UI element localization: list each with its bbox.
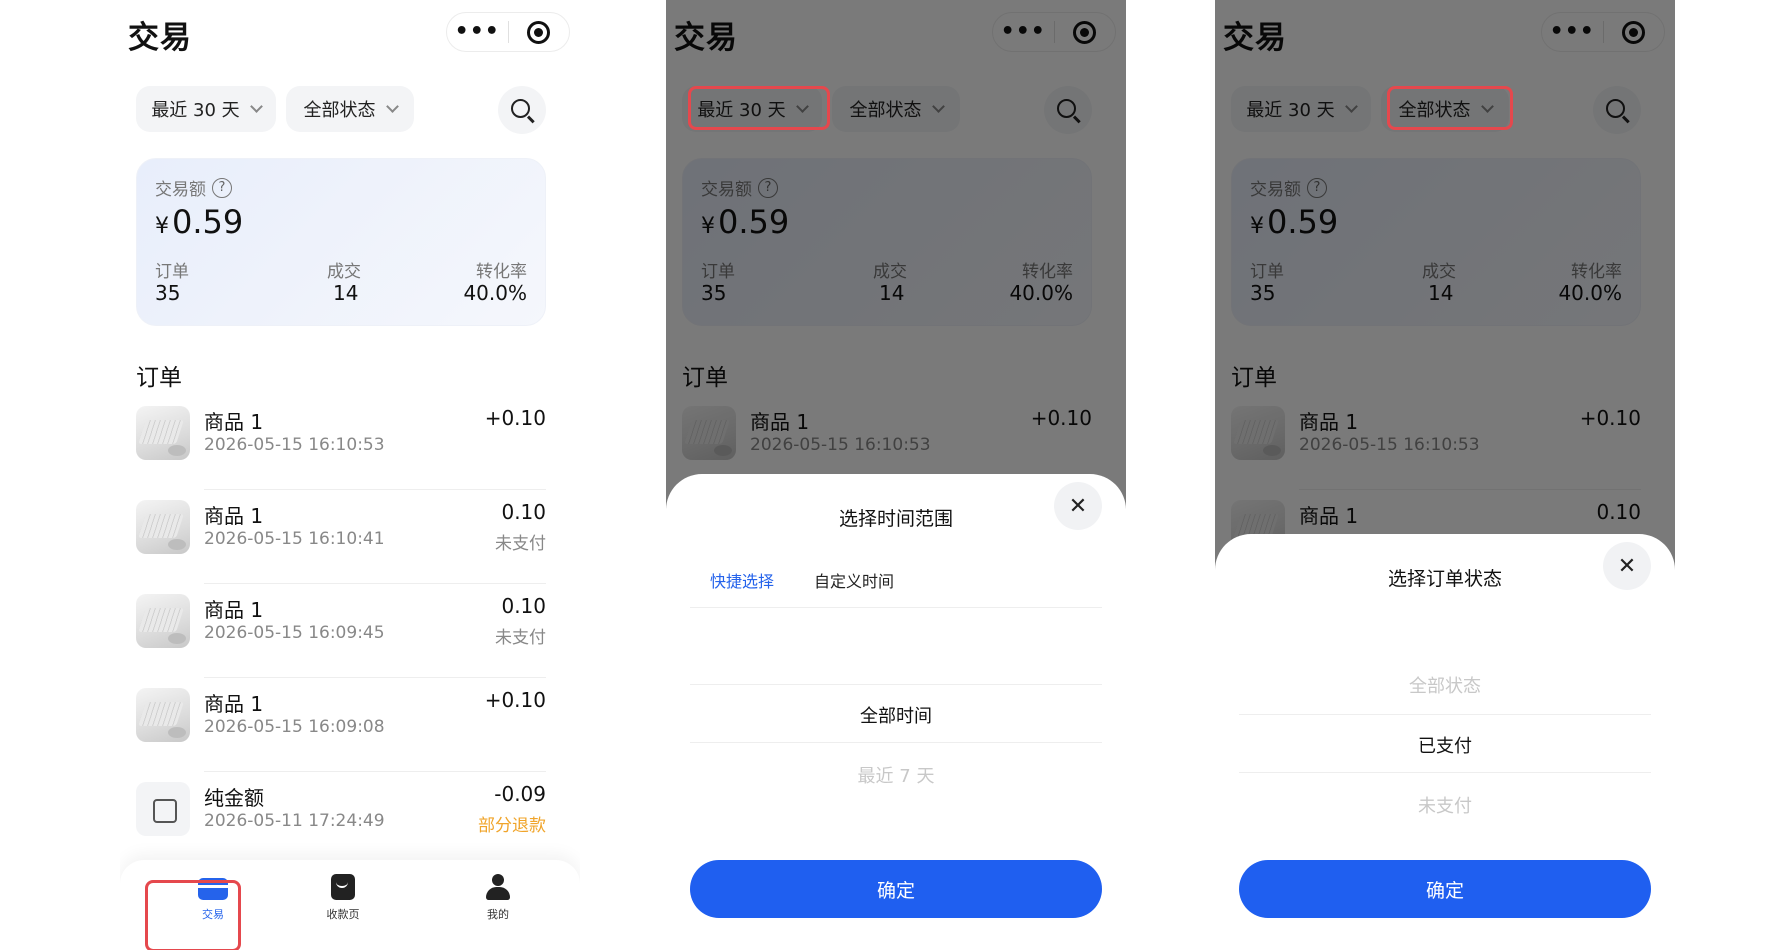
chevron-down-icon (385, 100, 399, 113)
deals-value: 14 (333, 281, 359, 305)
status-filter[interactable]: 全部状态 (286, 86, 414, 132)
order-time: 2026-05-15 16:09:45 (204, 623, 385, 643)
chevron-down-icon (249, 100, 263, 113)
screen-order-status: 交易 ••• 最近 30 天 全部状态 交易额 ? ¥0.59 订单 35 成交… (1215, 0, 1675, 950)
orders-label: 订单 (155, 262, 189, 282)
more-icon[interactable]: ••• (447, 12, 508, 52)
tab-label: 我的 (487, 908, 509, 921)
product-thumbnail (136, 406, 190, 460)
orders-value: 35 (155, 281, 181, 305)
time-picker[interactable]: 全部时间 最近 7 天 (690, 624, 1102, 787)
list-item[interactable]: 商品 1 2026-05-15 16:10:41 0.10 未支付 (136, 490, 546, 584)
order-amount: +0.10 (484, 688, 546, 712)
tab-payment-page[interactable]: 收款页 (298, 874, 388, 934)
bag-icon (136, 782, 190, 836)
order-time: 2026-05-11 17:24:49 (204, 811, 385, 831)
tab-transactions[interactable]: 交易 (168, 874, 258, 934)
amount-value: ¥0.59 (155, 203, 243, 241)
picker-option[interactable]: 最近 7 天 (690, 762, 1102, 788)
tab-label: 收款页 (326, 908, 360, 921)
product-thumbnail (136, 688, 190, 742)
order-amount: 0.10 (501, 594, 546, 618)
order-name: 商品 1 (204, 410, 264, 434)
bag-icon (331, 874, 355, 900)
mini-program-capsule: ••• (446, 12, 570, 52)
sheet-tabs: 快捷选择 自定义时间 (690, 566, 1102, 608)
list-item[interactable]: 商品 1 2026-05-15 16:09:08 +0.10 (136, 678, 546, 772)
close-icon[interactable]: ✕ (1054, 482, 1102, 530)
picker-line (690, 742, 1102, 743)
deals-label: 成交 (327, 262, 361, 282)
tab-bar: 交易 收款页 我的 (120, 860, 580, 950)
screen-time-range: 交易 ••• 最近 30 天 全部状态 交易额 ? ¥0.59 订单 35 成交… (666, 0, 1126, 950)
order-amount: -0.09 (494, 782, 546, 806)
order-time: 2026-05-15 16:10:41 (204, 529, 385, 549)
order-name: 商品 1 (204, 692, 264, 716)
search-button[interactable] (498, 86, 546, 134)
tab-mine[interactable]: 我的 (453, 874, 543, 934)
currency-symbol: ¥ (155, 214, 169, 239)
order-status: 未支付 (495, 628, 546, 648)
conversion-value: 40.0% (463, 281, 527, 305)
page-title: 交易 (128, 20, 192, 56)
picker-option[interactable]: 已支付 (1239, 732, 1651, 758)
orders-section-title: 订单 (136, 365, 182, 391)
order-amount: 0.10 (501, 500, 546, 524)
close-icon[interactable]: ✕ (1603, 542, 1651, 590)
order-status-sheet: 选择订单状态 ✕ 全部状态 已支付 未支付 确定 (1215, 534, 1675, 950)
order-name: 商品 1 (204, 504, 264, 528)
list-item[interactable]: 商品 1 2026-05-15 16:10:53 +0.10 (136, 396, 546, 490)
confirm-button[interactable]: 确定 (1239, 860, 1651, 918)
order-name: 纯金额 (204, 786, 264, 810)
amount-number: 0.59 (172, 203, 244, 241)
product-thumbnail (136, 500, 190, 554)
user-icon (485, 874, 511, 900)
screen-transactions: 交易 ••• 最近 30 天 全部状态 交易额 ? ¥0.59 订单 35 成交… (120, 0, 580, 950)
tab-custom-time[interactable]: 自定义时间 (814, 568, 894, 592)
picker-line (690, 684, 1102, 685)
help-icon[interactable]: ? (212, 177, 232, 198)
range-filter[interactable]: 最近 30 天 (136, 86, 276, 132)
close-program-icon[interactable] (509, 20, 570, 44)
confirm-button[interactable]: 确定 (690, 860, 1102, 918)
amount-label: 交易额 (155, 180, 206, 200)
order-time: 2026-05-15 16:10:53 (204, 435, 385, 455)
time-range-sheet: 选择时间范围 ✕ 快捷选择 自定义时间 全部时间 最近 7 天 确定 (666, 474, 1126, 950)
order-amount: +0.10 (484, 406, 546, 430)
product-thumbnail (136, 594, 190, 648)
order-status: 未支付 (495, 534, 546, 554)
order-status: 部分退款 (478, 816, 546, 836)
status-picker[interactable]: 全部状态 已支付 未支付 (1239, 654, 1651, 834)
order-name: 商品 1 (204, 598, 264, 622)
picker-option[interactable]: 全部状态 (1239, 672, 1651, 698)
amount-label-row: 交易额 ? (155, 175, 232, 200)
card-icon (198, 878, 228, 900)
list-item[interactable]: 商品 1 2026-05-15 16:09:45 0.10 未支付 (136, 584, 546, 678)
tab-quick-select[interactable]: 快捷选择 (710, 568, 774, 592)
picker-line (1239, 714, 1651, 715)
conversion-label: 转化率 (476, 262, 527, 282)
picker-option[interactable]: 未支付 (1239, 792, 1651, 818)
list-item[interactable]: 纯金额 2026-05-11 17:24:49 -0.09 部分退款 (136, 772, 546, 866)
picker-line (1239, 772, 1651, 773)
tab-label: 交易 (202, 908, 224, 921)
search-icon (511, 99, 530, 118)
summary-card: 交易额 ? ¥0.59 订单 35 成交 14 转化率 40.0% (136, 158, 546, 326)
range-filter-label: 最近 30 天 (151, 100, 240, 121)
status-filter-label: 全部状态 (303, 100, 376, 121)
picker-option[interactable]: 全部时间 (690, 702, 1102, 728)
order-time: 2026-05-15 16:09:08 (204, 717, 385, 737)
